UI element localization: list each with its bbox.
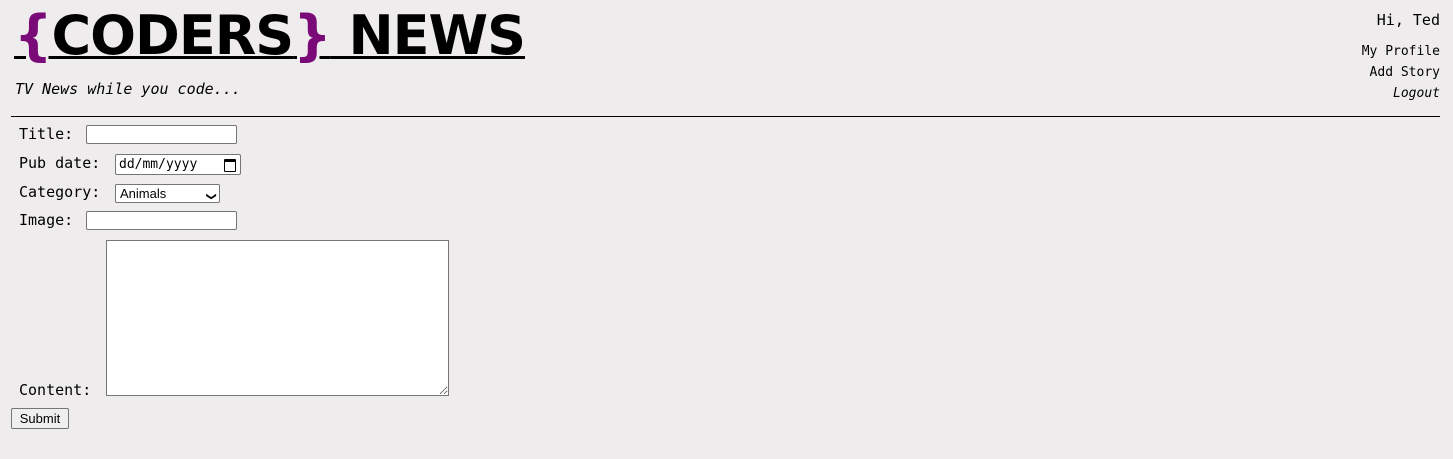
- tagline: TV News while you code...: [15, 80, 241, 98]
- nav-logout[interactable]: Logout: [1362, 83, 1440, 104]
- greeting: Hi, Ted: [1376, 11, 1440, 29]
- submit-button[interactable]: Submit: [11, 408, 69, 429]
- pubdate-input[interactable]: dd/mm/yyyy: [115, 154, 241, 175]
- header-divider: [11, 116, 1440, 117]
- pubdate-label: Pub date:: [19, 154, 101, 172]
- logo-name: CODERS: [51, 4, 294, 67]
- title-label: Title:: [19, 125, 74, 143]
- category-label: Category:: [19, 183, 101, 201]
- pubdate-placeholder: dd/mm/yyyy: [119, 157, 198, 172]
- category-value: Animals: [120, 186, 167, 201]
- logo-suffix: NEWS: [330, 4, 526, 67]
- chevron-down-icon: ❯: [205, 192, 217, 201]
- user-menu: Hi, Ted My Profile Add Story Logout: [1362, 11, 1440, 104]
- content-label: Content:: [19, 381, 92, 399]
- calendar-icon[interactable]: [224, 159, 236, 172]
- image-input[interactable]: [86, 211, 237, 230]
- logo-brace-open: {: [14, 4, 52, 67]
- site-logo[interactable]: {CODERS} NEWS: [14, 4, 526, 67]
- title-input[interactable]: [86, 125, 237, 144]
- nav-add-story[interactable]: Add Story: [1362, 62, 1440, 83]
- category-select[interactable]: Animals ❯: [115, 184, 220, 203]
- nav-links: My Profile Add Story Logout: [1362, 41, 1440, 104]
- content-textarea[interactable]: [106, 240, 449, 396]
- image-label: Image:: [19, 211, 74, 229]
- logo-brace-close: }: [293, 4, 331, 67]
- nav-my-profile[interactable]: My Profile: [1362, 41, 1440, 62]
